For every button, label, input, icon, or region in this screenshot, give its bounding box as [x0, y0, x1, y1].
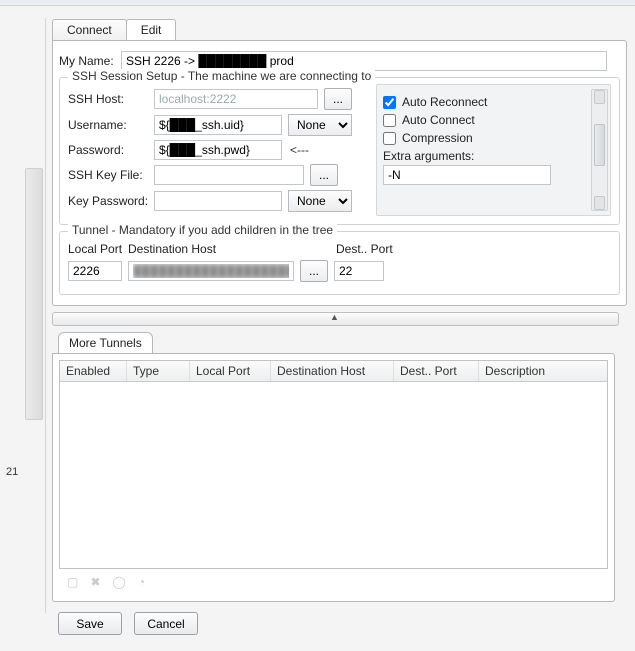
left-scrollbar[interactable] — [25, 168, 43, 420]
sshhost-label: SSH Host: — [68, 92, 154, 106]
tunnels-body[interactable] — [60, 382, 607, 568]
session-left: SSH Host: ... Username: None P — [68, 84, 368, 216]
localport-input[interactable] — [68, 261, 122, 281]
tab-edit[interactable]: Edit — [126, 19, 177, 40]
top-band — [0, 0, 635, 6]
col-enabled[interactable]: Enabled — [60, 361, 127, 381]
scroll-down-icon[interactable] — [594, 196, 605, 210]
delete-icon[interactable]: ✖ — [90, 575, 100, 589]
password-note: <--- — [290, 143, 309, 157]
keypass-label: Key Password: — [68, 194, 154, 208]
username-select[interactable]: None — [288, 114, 352, 136]
edit-panel: My Name: SSH Session Setup - The machine… — [52, 40, 627, 306]
password-label: Password: — [68, 143, 154, 157]
myname-label: My Name: — [59, 54, 121, 68]
scroll-thumb[interactable] — [594, 124, 605, 166]
action-row: Save Cancel — [58, 612, 623, 635]
keypass-input[interactable] — [154, 191, 282, 211]
extra-args-input[interactable] — [383, 165, 551, 185]
keypass-select[interactable]: None — [288, 190, 352, 212]
col-type[interactable]: Type — [127, 361, 190, 381]
auto-reconnect-label: Auto Reconnect — [402, 95, 487, 109]
more-tunnels-section: More Tunnels Enabled Type Local Port Des… — [48, 332, 623, 602]
myname-row: My Name: — [59, 51, 620, 71]
tab-more-tunnels[interactable]: More Tunnels — [58, 332, 153, 353]
tunnels-header: Enabled Type Local Port Destination Host… — [60, 361, 607, 382]
left-panel: 21 — [0, 18, 46, 613]
col-destport[interactable]: Dest.. Port — [394, 361, 479, 381]
keyfile-input[interactable] — [154, 165, 304, 185]
add-icon[interactable]: ◯ — [112, 575, 125, 589]
auto-reconnect-checkbox[interactable]: Auto Reconnect — [383, 95, 602, 109]
col-desthost[interactable]: Destination Host — [271, 361, 394, 381]
keyfile-label: SSH Key File: — [68, 168, 154, 182]
auto-connect-label: Auto Connect — [402, 113, 475, 127]
scroll-up-icon[interactable] — [594, 90, 605, 104]
refresh-icon[interactable]: ◔ — [138, 575, 145, 589]
more-tunnels-panel: Enabled Type Local Port Destination Host… — [52, 353, 615, 602]
myname-input[interactable] — [121, 51, 607, 71]
compression-checkbox[interactable]: Compression — [383, 131, 602, 145]
cancel-button[interactable]: Cancel — [134, 612, 198, 635]
sshhost-browse-button[interactable]: ... — [324, 88, 352, 110]
keyfile-browse-button[interactable]: ... — [310, 164, 338, 186]
auto-reconnect-input[interactable] — [383, 96, 396, 109]
localport-label: Local Port — [68, 242, 128, 256]
destport-input[interactable] — [334, 261, 384, 281]
sshhost-input[interactable] — [154, 89, 318, 109]
session-options: Auto Reconnect Auto Connect Compression … — [376, 84, 611, 216]
username-label: Username: — [68, 118, 154, 132]
tab-connect[interactable]: Connect — [52, 19, 127, 40]
tab-bar: Connect Edit — [52, 18, 623, 40]
extra-args-label: Extra arguments: — [383, 149, 602, 163]
destport-label: Dest.. Port — [336, 242, 393, 256]
desthost-browse-button[interactable]: ... — [300, 260, 328, 282]
tunnel-legend: Tunnel - Mandatory if you add children i… — [68, 223, 337, 237]
window: 21 Connect Edit My Name: SSH Session Set… — [0, 0, 635, 651]
compression-label: Compression — [402, 131, 473, 145]
tunnels-table: Enabled Type Local Port Destination Host… — [59, 360, 608, 569]
password-input[interactable] — [154, 140, 282, 160]
session-legend: SSH Session Setup - The machine we are c… — [68, 69, 375, 83]
main-area: Connect Edit My Name: SSH Session Setup … — [48, 18, 623, 635]
options-scrollbar[interactable] — [591, 89, 608, 211]
col-localport[interactable]: Local Port — [190, 361, 271, 381]
copy-icon[interactable]: ▢ — [67, 575, 78, 589]
tunnels-toolbar: ▢ ✖ ◯ ◔ — [59, 569, 608, 595]
compression-input[interactable] — [383, 132, 396, 145]
username-input[interactable] — [154, 115, 282, 135]
splitter-bar[interactable]: ▲ — [52, 312, 619, 326]
left-panel-text: 21 — [6, 466, 18, 478]
desthost-input[interactable] — [128, 261, 294, 281]
save-button[interactable]: Save — [58, 612, 122, 635]
auto-connect-checkbox[interactable]: Auto Connect — [383, 113, 602, 127]
col-description[interactable]: Description — [479, 361, 607, 381]
tunnel-fieldset: Tunnel - Mandatory if you add children i… — [59, 231, 620, 295]
session-fieldset: SSH Session Setup - The machine we are c… — [59, 77, 620, 225]
desthost-label: Destination Host — [128, 242, 336, 256]
auto-connect-input[interactable] — [383, 114, 396, 127]
